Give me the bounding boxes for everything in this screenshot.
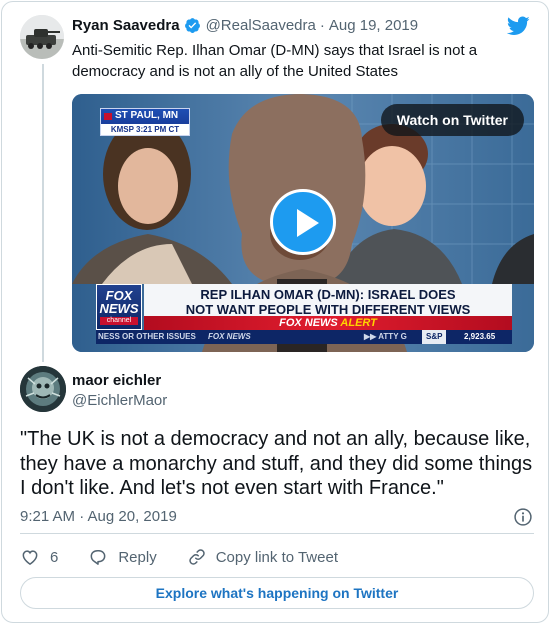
copy-link-label: Copy link to Tweet [215,548,338,566]
heart-icon [22,550,38,565]
play-icon [297,209,319,237]
reply-label: Reply [118,548,157,566]
thread-line [42,64,44,362]
link-icon [188,549,205,565]
twitter-bird-icon[interactable] [507,16,530,36]
reply-icon [90,550,106,565]
explore-twitter-button[interactable]: Explore what's happening on Twitter [20,577,534,609]
ticker-brand: FOX NEWS [208,332,251,341]
location-flag [104,113,112,120]
info-icon[interactable] [513,507,533,527]
tweet-actions: 6 Reply Copy link to Tweet [20,546,338,568]
play-button[interactable] [270,189,336,255]
divider [20,533,534,534]
like-count: 6 [50,548,59,566]
main-author-handle[interactable]: @EichlerMaor [72,392,167,409]
broadcast-city: ST PAUL, MN [115,110,179,121]
main-author-avatar[interactable] [20,366,66,412]
broadcast-station-time: KMSP 3:21 PM CT [101,124,189,135]
watch-on-twitter-button[interactable]: Watch on Twitter [380,104,524,136]
main-tweet-text: "The UK is not a democracy and not an al… [20,428,533,499]
ticker-value: 2,923.65 [464,332,496,341]
headline-line-1: REP ILHAN OMAR (D-MN): ISRAEL DOES [200,287,456,302]
tweet-timestamp[interactable]: 9:21 AM · Aug 20, 2019 [20,508,177,525]
quoted-author-handle[interactable]: @RealSaavedra [206,17,316,34]
quoted-tweet-header: Ryan Saavedra @RealSaavedra · Aug 19, 20… [72,17,418,34]
tweet-embed-card: Ryan Saavedra @RealSaavedra · Aug 19, 20… [1,1,549,623]
copy-link-button[interactable]: Copy link to Tweet [187,547,338,567]
video-player[interactable]: ST PAUL, MN KMSP 3:21 PM CT Watch on Twi… [72,94,534,352]
news-ticker: NESS OR OTHER ISSUES FOX NEWS ▶▶ ATTY G … [96,330,512,344]
quoted-tweet-date[interactable]: Aug 19, 2019 [329,17,418,34]
alert-word: ALERT [340,317,377,329]
fox-logo-line2: NEWS [99,301,139,316]
header-separator: · [319,17,325,34]
quoted-author-avatar[interactable] [20,15,64,59]
reply-button[interactable]: Reply [88,547,157,567]
quoted-tweet-text: Anti-Semitic Rep. Ilhan Omar (D-MN) says… [72,42,478,80]
broadcast-location-bug: ST PAUL, MN KMSP 3:21 PM CT [100,108,190,136]
ticker-mid-text: ▶▶ ATTY G [364,332,407,341]
ticker-index: S&P [422,330,447,344]
fox-logo-line3: channel [100,317,138,325]
headline-line-2: NOT WANT PEOPLE WITH DIFFERENT VIEWS [185,302,471,317]
main-author-name[interactable]: maor eichler [72,372,161,389]
like-button[interactable]: 6 [20,547,58,567]
alert-banner: FOX NEWS ALERT [144,316,512,330]
quoted-author-name[interactable]: Ryan Saavedra [72,17,180,34]
alert-prefix: FOX NEWS [279,317,338,329]
ticker-left-text: NESS OR OTHER ISSUES [98,332,196,341]
fox-news-logo: FOX NEWS channel [96,284,142,330]
verified-badge-icon [184,18,200,33]
